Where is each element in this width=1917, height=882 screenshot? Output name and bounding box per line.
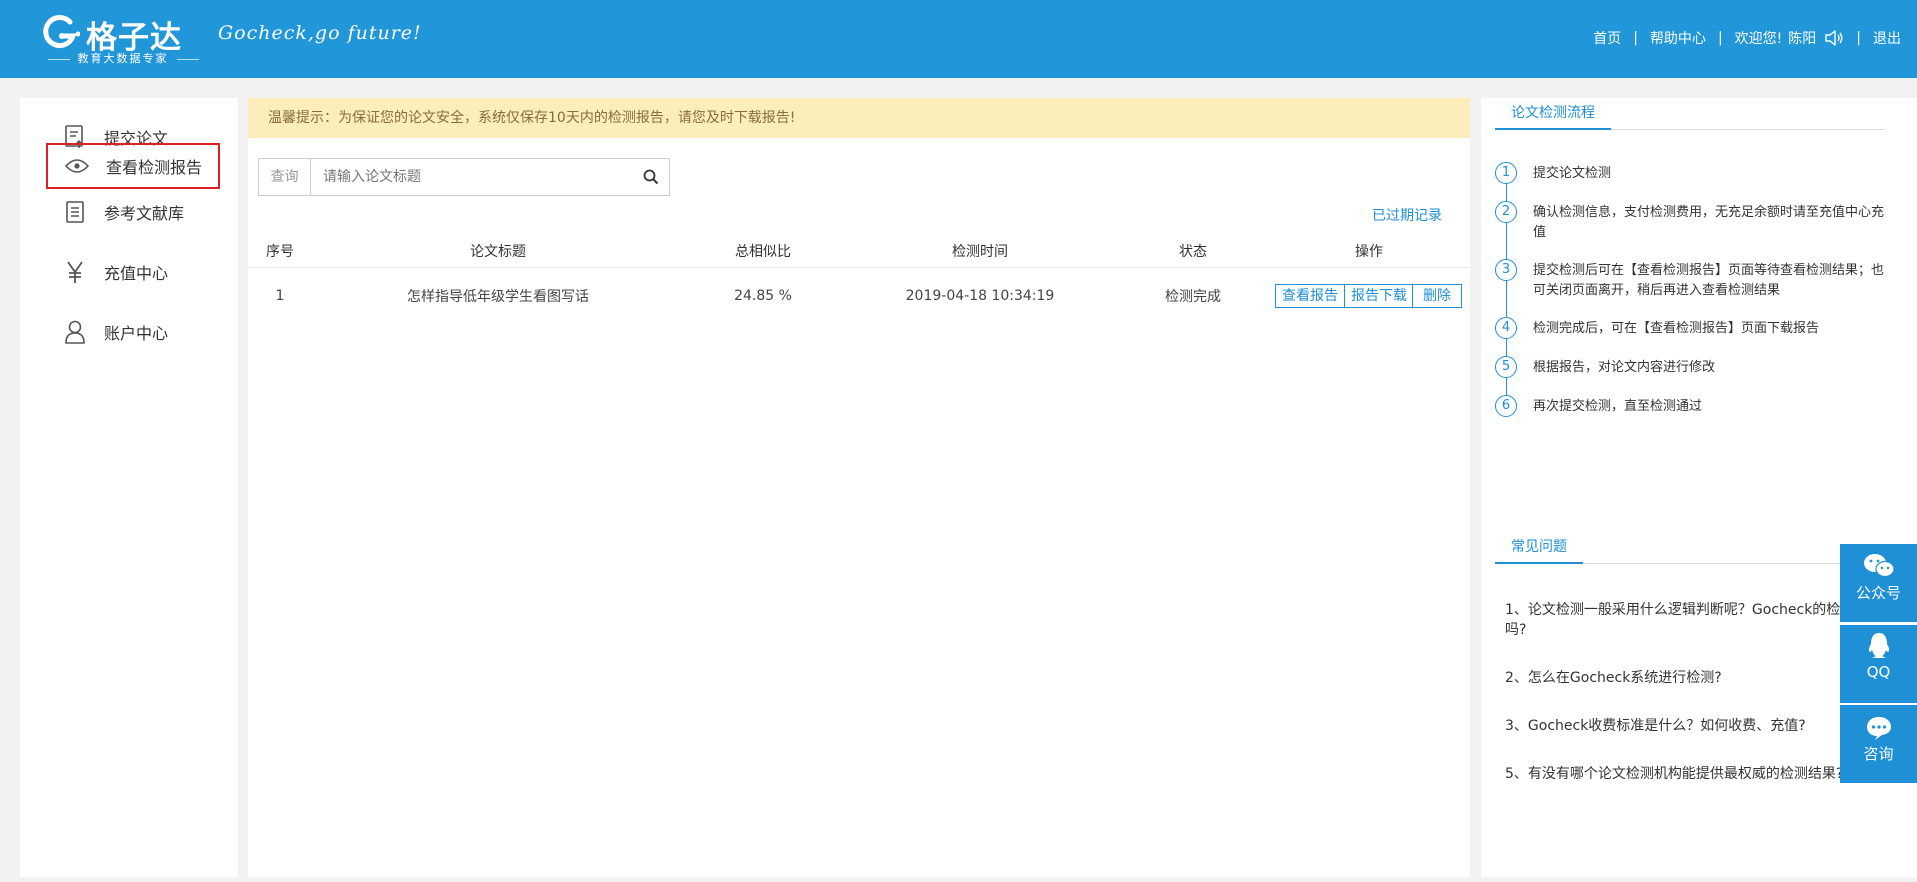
float-label: 咨询: [1863, 745, 1894, 763]
float-qq-button[interactable]: QQ: [1840, 625, 1917, 703]
row-similarity: 24.85 %: [734, 288, 792, 304]
table-header: 序号 论文标题 总相似比 检测时间 状态 操作: [248, 234, 1470, 268]
step-number: 2: [1495, 201, 1517, 223]
list-document-icon: [62, 199, 88, 225]
nav-separator: |: [1717, 30, 1723, 46]
faq-tab[interactable]: 常见问题: [1495, 532, 1583, 564]
step-number: 4: [1495, 317, 1517, 339]
notice-banner: 温馨提示：为保证您的论文安全，系统仅保存10天内的检测报告，请您及时下载报告!: [248, 98, 1470, 138]
process-section-title: 论文检测流程: [1495, 98, 1885, 130]
sidebar-item-recharge[interactable]: 充值中心: [46, 249, 220, 295]
view-report-button[interactable]: 查看报告: [1275, 284, 1345, 308]
chat-bubble-icon: [1840, 705, 1917, 741]
search-tag: 查询: [259, 159, 311, 195]
top-header: 格子达 教育大数据专家 Gocheck,go future! 首页 | 帮助中心…: [0, 0, 1917, 78]
nav-separator: |: [1856, 30, 1861, 46]
search-icon: [643, 169, 659, 185]
row-title: 怎样指导低年级学生看图写话: [407, 289, 589, 305]
step-text: 再次提交检测，直至检测通过: [1533, 399, 1703, 414]
search-button[interactable]: [633, 159, 669, 195]
slogan: Gocheck,go future!: [218, 22, 422, 44]
header-time: 检测时间: [952, 243, 1008, 260]
expired-records-link[interactable]: 已过期记录: [1372, 205, 1442, 225]
sidebar: 提交论文 查看检测报告 参考文献库 充值中心 账户中心: [20, 98, 238, 877]
logo[interactable]: 格子达 教育大数据专家: [36, 10, 226, 66]
float-wechat-button[interactable]: 公众号: [1840, 544, 1917, 622]
faq-section-title: 常见问题: [1495, 532, 1885, 564]
gocheck-logo-icon: [43, 15, 80, 48]
step-text: 确认检测信息，支付检测费用，无充足余额时请至充值中心充值: [1533, 205, 1885, 240]
header-actions: 操作: [1355, 243, 1383, 260]
sidebar-item-label: 查看检测报告: [106, 158, 203, 177]
table-row: 1 怎样指导低年级学生看图写话 24.85 % 2019-04-18 10:34…: [248, 270, 1470, 322]
top-nav: 首页 | 帮助中心 | 欢迎您! 陈阳 | 退出: [1593, 28, 1901, 48]
step-text: 提交论文检测: [1533, 166, 1612, 181]
header-index: 序号: [266, 243, 294, 260]
step-number: 3: [1495, 259, 1517, 281]
nav-separator: |: [1633, 30, 1638, 46]
yen-icon: [62, 259, 88, 285]
step-text: 检测完成后，可在【查看检测报告】页面下载报告: [1533, 321, 1820, 336]
delete-button[interactable]: 删除: [1412, 284, 1462, 308]
sidebar-item-label: 充值中心: [104, 264, 169, 283]
nav-help-link[interactable]: 帮助中心: [1650, 28, 1706, 48]
username[interactable]: 陈阳: [1788, 28, 1816, 48]
float-label: 公众号: [1855, 584, 1901, 602]
sidebar-item-references[interactable]: 参考文献库: [46, 189, 220, 235]
sidebar-item-label: 账户中心: [104, 324, 169, 343]
header-title: 论文标题: [470, 243, 526, 260]
sidebar-item-account[interactable]: 账户中心: [46, 309, 220, 355]
header-similarity: 总相似比: [735, 243, 791, 260]
logo-subtitle: 教育大数据专家: [28, 50, 218, 66]
float-consult-button[interactable]: 咨询: [1840, 705, 1917, 783]
speaker-icon[interactable]: [1824, 29, 1844, 47]
qq-icon: [1840, 625, 1917, 661]
search-bar: 查询: [258, 158, 670, 196]
step-text: 提交检测后可在【查看检测报告】页面等待查看检测结果；也可关闭页面离开，稍后再进入…: [1533, 263, 1885, 298]
sidebar-item-label: 参考文献库: [104, 204, 185, 223]
step-number: 6: [1495, 395, 1517, 417]
row-status: 检测完成: [1165, 289, 1221, 305]
step-text: 根据报告，对论文内容进行修改: [1533, 360, 1716, 375]
nav-home-link[interactable]: 首页: [1593, 28, 1621, 48]
sidebar-item-view-reports[interactable]: 查看检测报告: [46, 143, 220, 189]
search-input[interactable]: [311, 160, 633, 194]
step-number: 1: [1495, 162, 1517, 184]
float-label: QQ: [1866, 663, 1891, 681]
logout-link[interactable]: 退出: [1873, 28, 1901, 48]
wechat-icon: [1840, 544, 1917, 580]
eye-icon: [64, 153, 90, 179]
row-time: 2019-04-18 10:34:19: [905, 288, 1055, 304]
download-report-button[interactable]: 报告下载: [1344, 284, 1414, 308]
main-content: 温馨提示：为保证您的论文安全，系统仅保存10天内的检测报告，请您及时下载报告! …: [248, 98, 1470, 877]
welcome-text: 欢迎您!: [1734, 31, 1783, 47]
header-status: 状态: [1179, 243, 1207, 260]
row-index: 1: [275, 288, 285, 304]
user-icon: [62, 319, 88, 345]
process-tab[interactable]: 论文检测流程: [1495, 98, 1611, 130]
step-number: 5: [1495, 356, 1517, 378]
